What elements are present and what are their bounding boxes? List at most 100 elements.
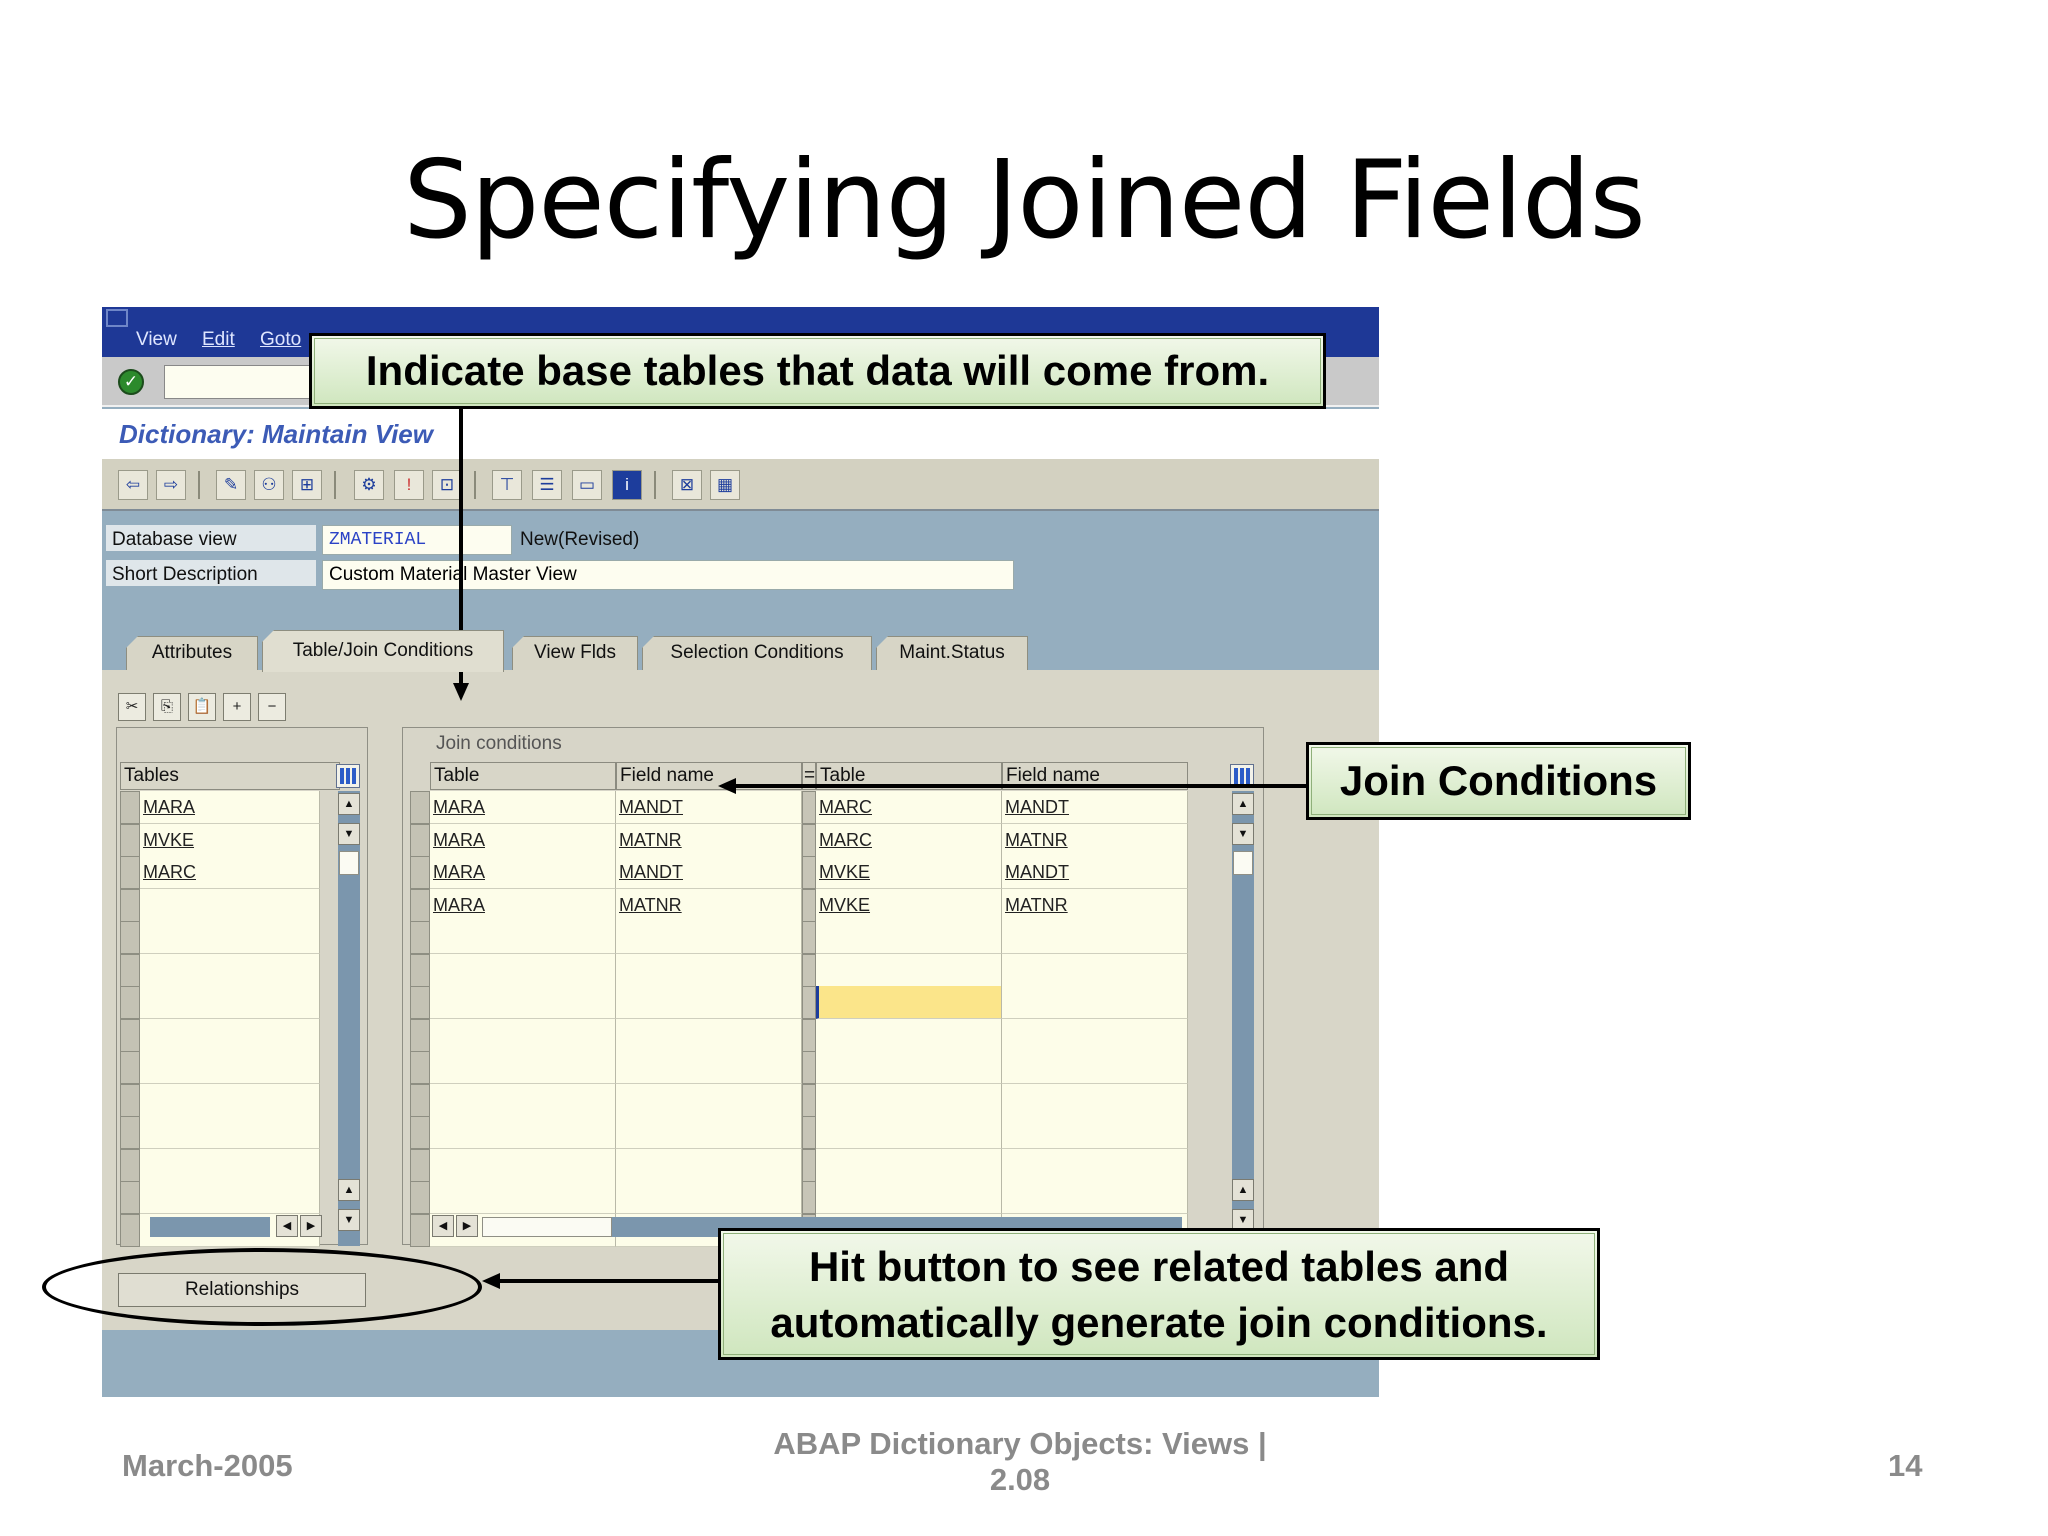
menu-goto[interactable]: Goto bbox=[260, 329, 301, 351]
documentation-icon[interactable]: ▭ bbox=[572, 470, 602, 500]
scroll-down-button[interactable]: ▼ bbox=[1232, 823, 1254, 845]
menu-edit[interactable]: Edit bbox=[202, 329, 235, 351]
join-condition-cell[interactable]: MANDT bbox=[616, 791, 802, 824]
join-condition-cell[interactable] bbox=[616, 1116, 802, 1149]
display-change-icon[interactable]: ✎ bbox=[216, 470, 246, 500]
join-condition-cell[interactable] bbox=[816, 986, 1002, 1019]
short-description-field[interactable]: Custom Material Master View bbox=[322, 560, 1014, 590]
table-row-cell[interactable] bbox=[140, 921, 320, 954]
join-condition-cell[interactable] bbox=[816, 1083, 1002, 1117]
join-condition-cell[interactable] bbox=[430, 1181, 616, 1214]
row-selector[interactable] bbox=[120, 1116, 140, 1149]
join-condition-cell[interactable] bbox=[1002, 986, 1188, 1019]
join-condition-cell[interactable] bbox=[430, 1116, 616, 1149]
join-condition-cell[interactable]: MVKE bbox=[816, 856, 1002, 889]
tables-column-header[interactable]: Tables bbox=[120, 762, 340, 790]
tab-selection-conditions[interactable]: Selection Conditions bbox=[642, 636, 872, 670]
join-condition-cell[interactable] bbox=[1002, 1051, 1188, 1084]
join-condition-cell[interactable]: MANDT bbox=[1002, 791, 1188, 824]
table-row-cell[interactable]: MARC bbox=[140, 856, 320, 889]
row-selector[interactable] bbox=[120, 856, 140, 889]
row-selector[interactable] bbox=[410, 1181, 430, 1214]
scroll-up-button[interactable]: ▲ bbox=[338, 793, 360, 815]
join-condition-cell[interactable] bbox=[1002, 1083, 1188, 1117]
join-condition-cell[interactable] bbox=[430, 986, 616, 1019]
insert-row-icon[interactable]: + bbox=[223, 693, 251, 721]
row-selector[interactable] bbox=[120, 888, 140, 922]
tab-view-flds[interactable]: View Flds bbox=[512, 636, 638, 670]
scroll-down-button[interactable]: ▼ bbox=[338, 823, 360, 845]
copy-icon[interactable]: ⎘ bbox=[153, 693, 181, 721]
scroll-up-button[interactable]: ▲ bbox=[1232, 793, 1254, 815]
join-column-header[interactable]: Table bbox=[430, 762, 616, 790]
table-row-cell[interactable] bbox=[140, 986, 320, 1019]
join-condition-cell[interactable] bbox=[616, 921, 802, 954]
row-selector[interactable] bbox=[120, 1018, 140, 1052]
table-row-cell[interactable] bbox=[140, 953, 320, 987]
paste-icon[interactable]: 📋 bbox=[188, 693, 216, 721]
scroll-left-button[interactable]: ◀ bbox=[432, 1215, 454, 1237]
join-condition-cell[interactable] bbox=[816, 1148, 1002, 1182]
check-icon[interactable]: ⊞ bbox=[292, 470, 322, 500]
table-row-cell[interactable] bbox=[140, 1148, 320, 1182]
join-condition-cell[interactable]: MARC bbox=[816, 823, 1002, 857]
join-condition-cell[interactable] bbox=[1002, 921, 1188, 954]
where-used-icon[interactable]: ! bbox=[394, 470, 424, 500]
join-condition-cell[interactable]: MARC bbox=[816, 791, 1002, 824]
join-condition-cell[interactable] bbox=[430, 1148, 616, 1182]
scroll-left-button[interactable]: ◀ bbox=[276, 1215, 298, 1237]
row-selector[interactable] bbox=[120, 986, 140, 1019]
scrollbar-thumb[interactable] bbox=[1233, 851, 1253, 875]
column-settings-icon[interactable] bbox=[336, 764, 360, 788]
row-selector[interactable] bbox=[410, 888, 430, 922]
row-selector[interactable] bbox=[120, 921, 140, 954]
row-selector[interactable] bbox=[120, 1083, 140, 1117]
join-condition-cell[interactable]: MATNR bbox=[616, 823, 802, 857]
join-condition-cell[interactable] bbox=[616, 953, 802, 987]
scrollbar-thumb[interactable] bbox=[482, 1217, 612, 1237]
join-condition-cell[interactable] bbox=[430, 1018, 616, 1052]
horizontal-scrollbar[interactable] bbox=[150, 1217, 270, 1237]
other-object-icon[interactable]: ⚇ bbox=[254, 470, 284, 500]
row-selector[interactable] bbox=[410, 1083, 430, 1117]
window-icon[interactable] bbox=[106, 309, 128, 327]
menu-view[interactable]: View bbox=[136, 329, 177, 351]
join-condition-cell[interactable]: MANDT bbox=[1002, 856, 1188, 889]
join-condition-cell[interactable] bbox=[616, 1018, 802, 1052]
join-condition-cell[interactable] bbox=[616, 1083, 802, 1117]
row-selector[interactable] bbox=[410, 1116, 430, 1149]
row-selector[interactable] bbox=[120, 1181, 140, 1214]
row-selector[interactable] bbox=[410, 1018, 430, 1052]
join-condition-cell[interactable]: MATNR bbox=[616, 888, 802, 922]
scroll-down-button[interactable]: ▼ bbox=[338, 1209, 360, 1231]
join-condition-cell[interactable] bbox=[616, 1181, 802, 1214]
enter-check-icon[interactable]: ✓ bbox=[118, 369, 144, 395]
row-selector[interactable] bbox=[410, 856, 430, 889]
row-selector[interactable] bbox=[410, 921, 430, 954]
row-selector[interactable] bbox=[120, 953, 140, 987]
join-condition-cell[interactable]: MANDT bbox=[616, 856, 802, 889]
row-selector[interactable] bbox=[410, 1051, 430, 1084]
row-selector[interactable] bbox=[120, 1213, 140, 1247]
row-selector[interactable] bbox=[120, 791, 140, 824]
join-condition-cell[interactable] bbox=[430, 953, 616, 987]
table-row-cell[interactable] bbox=[140, 1116, 320, 1149]
join-condition-cell[interactable]: MVKE bbox=[816, 888, 1002, 922]
object-list-icon[interactable]: ⊡ bbox=[432, 470, 462, 500]
scrollbar-thumb[interactable] bbox=[339, 851, 359, 875]
join-condition-cell[interactable] bbox=[816, 921, 1002, 954]
scroll-up-button[interactable]: ▲ bbox=[338, 1179, 360, 1201]
row-selector[interactable] bbox=[410, 1148, 430, 1182]
row-selector[interactable] bbox=[120, 1148, 140, 1182]
activate-icon[interactable]: ⚙ bbox=[354, 470, 384, 500]
join-condition-cell[interactable] bbox=[1002, 1181, 1188, 1214]
join-condition-cell[interactable] bbox=[1002, 953, 1188, 987]
indexes-icon[interactable]: ▦ bbox=[710, 470, 740, 500]
table-row-cell[interactable] bbox=[140, 1051, 320, 1084]
back-arrow-icon[interactable]: ⇦ bbox=[118, 470, 148, 500]
join-condition-cell[interactable] bbox=[430, 1083, 616, 1117]
table-row-cell[interactable]: MARA bbox=[140, 791, 320, 824]
join-condition-cell[interactable] bbox=[1002, 1018, 1188, 1052]
join-condition-cell[interactable]: MARA bbox=[430, 791, 616, 824]
tab-table-join-conditions[interactable]: Table/Join Conditions bbox=[262, 630, 504, 672]
